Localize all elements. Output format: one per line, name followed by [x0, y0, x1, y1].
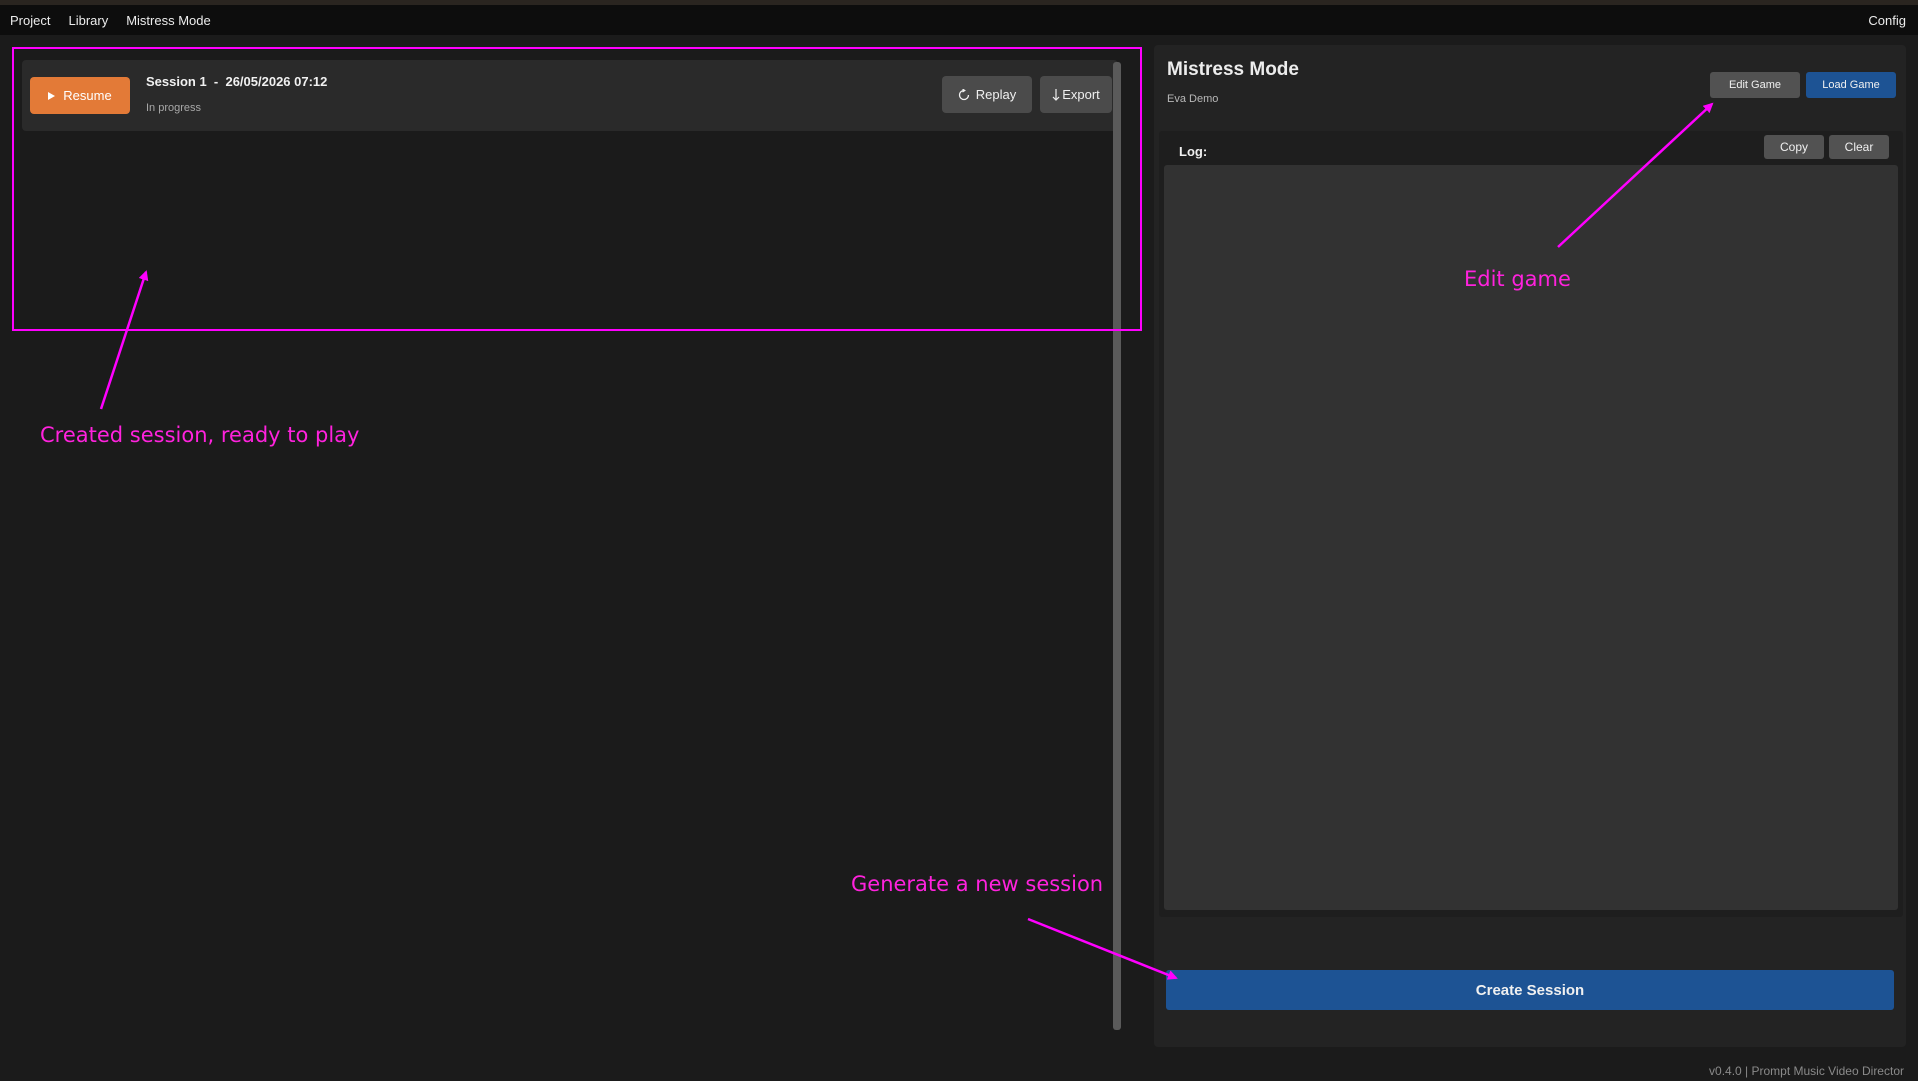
- annotation-arrow-session: [99, 270, 149, 410]
- annotation-arrow-edit: [1557, 102, 1714, 248]
- annotation-arrow-create: [1027, 917, 1178, 980]
- annotation-arrows: [99, 102, 1714, 980]
